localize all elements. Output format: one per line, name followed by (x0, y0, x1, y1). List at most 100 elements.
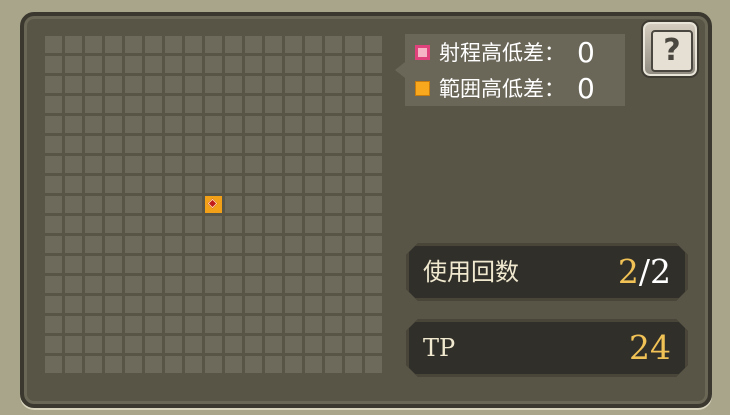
grid-cell (205, 56, 222, 73)
grid-cell (245, 356, 262, 373)
grid-cell (125, 76, 142, 93)
grid-cell (145, 316, 162, 333)
grid-cell (125, 196, 142, 213)
grid-cell (145, 176, 162, 193)
grid-cell (85, 116, 102, 133)
range-height-value: 0 (577, 35, 595, 69)
uses-current: 2 (617, 252, 639, 291)
grid-cell (125, 236, 142, 253)
grid-cell (45, 156, 62, 173)
grid-cell (125, 316, 142, 333)
uses-label: 使用回数 (423, 258, 519, 286)
grid-cell (305, 256, 322, 273)
grid-cell (345, 256, 362, 273)
grid-cell (165, 76, 182, 93)
grid-cell (205, 216, 222, 233)
grid-cell (85, 336, 102, 353)
grid-cell (345, 216, 362, 233)
grid-cell (165, 36, 182, 53)
grid-cell (105, 176, 122, 193)
grid-cell (45, 196, 62, 213)
grid-cell (145, 36, 162, 53)
grid-cell (125, 36, 142, 53)
grid-cell (165, 236, 182, 253)
grid-cell (65, 236, 82, 253)
grid-cell (265, 156, 282, 173)
grid-cell-target-icon (205, 196, 222, 213)
grid-cell (285, 336, 302, 353)
grid-cell (225, 76, 242, 93)
grid-cell (225, 276, 242, 293)
grid-cell (85, 276, 102, 293)
grid-cell (45, 356, 62, 373)
grid-cell (45, 36, 62, 53)
grid-cell (305, 236, 322, 253)
grid-cell (145, 156, 162, 173)
grid-cell (245, 76, 262, 93)
grid-cell (165, 176, 182, 193)
grid-cell (185, 296, 202, 313)
range-swatch-icon (415, 44, 430, 60)
grid-cell (45, 276, 62, 293)
grid-cell (205, 36, 222, 53)
grid-cell (65, 356, 82, 373)
grid-cell (145, 196, 162, 213)
grid-cell (145, 136, 162, 153)
grid-cell (325, 36, 342, 53)
grid-cell (205, 356, 222, 373)
grid-cell (245, 296, 262, 313)
help-button[interactable]: ? (641, 20, 699, 78)
grid-cell (285, 156, 302, 173)
grid-cell (165, 276, 182, 293)
grid-cell (345, 236, 362, 253)
grid-cell (65, 336, 82, 353)
grid-cell (125, 136, 142, 153)
grid-cell (265, 356, 282, 373)
grid-cell (145, 256, 162, 273)
grid-cell (345, 196, 362, 213)
grid-cell (85, 356, 102, 373)
grid-cell (185, 56, 202, 73)
grid-cell (165, 116, 182, 133)
help-book-icon: ? (651, 30, 693, 72)
skill-range-screen: 射程高低差： 0 範囲高低差： 0 ? 使用回数 2/2 TP 24 (0, 0, 730, 415)
grid-cell (245, 156, 262, 173)
grid-cell (85, 216, 102, 233)
grid-cell (45, 216, 62, 233)
grid-cell (325, 116, 342, 133)
grid-cell (45, 176, 62, 193)
grid-cell (285, 196, 302, 213)
grid-cell (305, 216, 322, 233)
grid-cell (65, 36, 82, 53)
grid-cell (325, 56, 342, 73)
grid-cell (345, 56, 362, 73)
grid-cell (345, 276, 362, 293)
grid-cell (65, 76, 82, 93)
grid-cell (205, 316, 222, 333)
grid-cell (105, 76, 122, 93)
grid-cell (105, 96, 122, 113)
grid-cell (285, 356, 302, 373)
grid-cell (105, 316, 122, 333)
grid-cell (305, 296, 322, 313)
grid-cell (205, 256, 222, 273)
grid-cell (105, 196, 122, 213)
grid-cell (325, 136, 342, 153)
legend-area-height: 範囲高低差： 0 (415, 72, 607, 105)
grid-cell (185, 336, 202, 353)
grid-cell (245, 116, 262, 133)
grid-cell (145, 76, 162, 93)
grid-cell (365, 196, 382, 213)
grid-cell (245, 216, 262, 233)
grid-cell (45, 96, 62, 113)
grid-cell (165, 196, 182, 213)
grid-cell (365, 96, 382, 113)
range-grid (45, 36, 382, 373)
grid-cell (345, 296, 362, 313)
grid-cell (265, 256, 282, 273)
uses-value: 2/2 (618, 246, 671, 298)
grid-cell (185, 356, 202, 373)
tp-panel: TP 24 (406, 319, 688, 377)
grid-cell (125, 356, 142, 373)
grid-cell (265, 316, 282, 333)
